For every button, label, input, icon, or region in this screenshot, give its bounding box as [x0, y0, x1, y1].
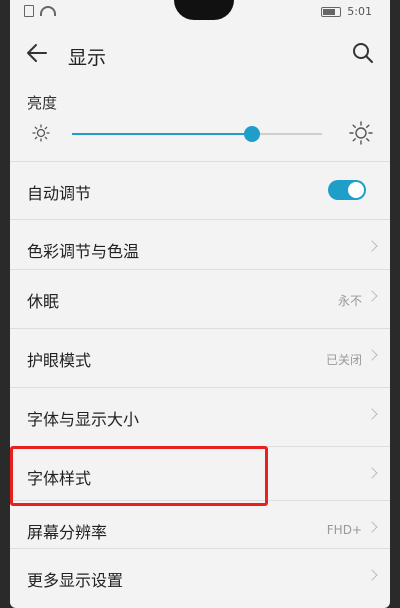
battery-icon [321, 6, 342, 17]
row-eye-comfort[interactable]: 护眼模式 已关闭 [10, 328, 390, 387]
back-arrow-icon[interactable] [24, 40, 50, 66]
row-font-display-size[interactable]: 字体与显示大小 [10, 387, 390, 446]
brightness-label: 亮度 [27, 94, 58, 112]
row-label: 自动调节 [27, 184, 92, 203]
wifi-icon [40, 6, 56, 16]
toggle-knob [348, 182, 364, 198]
chevron-right-icon [366, 467, 378, 479]
chevron-right-icon [366, 290, 378, 302]
row-label: 字体与显示大小 [27, 410, 140, 429]
row-more-display-settings[interactable]: 更多显示设置 [10, 548, 390, 607]
row-label: 色彩调节与色温 [27, 242, 140, 261]
row-auto-adjust[interactable]: 自动调节 [10, 161, 390, 220]
brightness-high-icon [349, 121, 373, 145]
chevron-right-icon [366, 349, 378, 361]
status-bar: 5:01 [10, 0, 390, 28]
row-value: FHD+ [326, 523, 362, 537]
row-font-style[interactable]: 字体样式 [10, 446, 390, 505]
chevron-right-icon [366, 521, 378, 533]
phone-screen: 5:01 显示 亮度 自动调节 色彩调节与色温 休眠 永不 护眼模式 已关闭 字… [10, 0, 390, 608]
row-value: 已关闭 [325, 353, 362, 367]
page-title: 显示 [68, 47, 107, 69]
chevron-right-icon [366, 408, 378, 420]
brightness-fill [72, 133, 252, 135]
brightness-low-icon [32, 124, 50, 142]
camera-notch [174, 0, 234, 20]
search-icon[interactable] [350, 40, 376, 66]
brightness-slider[interactable] [10, 118, 390, 148]
row-label: 字体样式 [27, 469, 92, 488]
chevron-right-icon [366, 240, 378, 252]
status-time: 5:01 [347, 5, 372, 18]
row-label: 休眠 [27, 292, 60, 311]
chevron-right-icon [366, 569, 378, 581]
brightness-thumb[interactable] [244, 126, 260, 142]
app-bar: 显示 [10, 32, 390, 76]
row-value: 永不 [337, 294, 362, 308]
sim-icon [24, 5, 34, 17]
brightness-track[interactable] [72, 126, 322, 142]
row-label: 护眼模式 [27, 351, 92, 370]
row-label: 更多显示设置 [27, 571, 124, 590]
auto-adjust-toggle[interactable] [328, 180, 366, 200]
row-sleep[interactable]: 休眠 永不 [10, 269, 390, 328]
row-label: 屏幕分辨率 [27, 523, 108, 542]
